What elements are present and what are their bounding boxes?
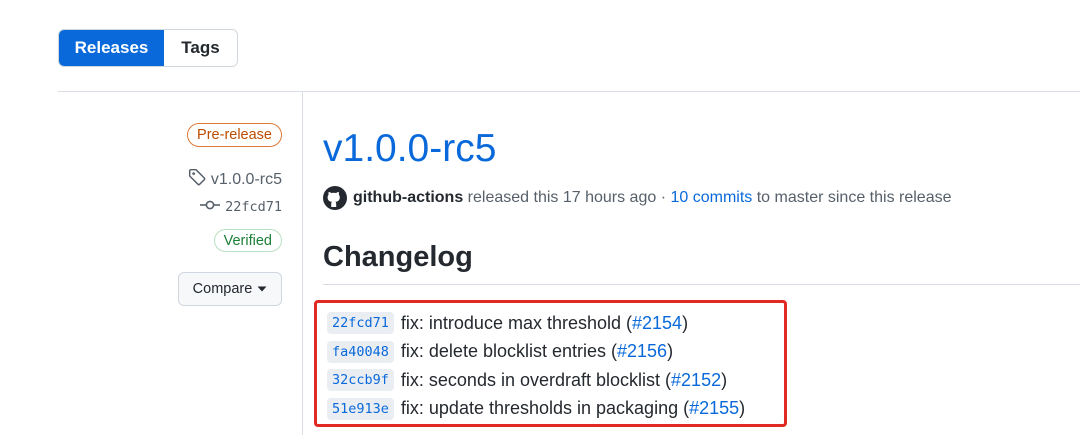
commit-sha-link[interactable]: 32ccb9f <box>327 369 394 392</box>
verified-badge[interactable]: Verified <box>213 229 282 252</box>
tab-tags[interactable]: Tags <box>164 30 237 66</box>
list-item: 22fcd71 fix: introduce max threshold (#2… <box>327 309 745 338</box>
changelog-divider <box>323 284 1080 285</box>
commit-message: fix: seconds in overdraft blocklist <box>400 369 661 390</box>
github-mark-icon[interactable] <box>323 186 347 210</box>
release-tabs: Releases Tags <box>58 29 238 67</box>
pr-link[interactable]: #2154 <box>632 313 682 334</box>
commit-sha-link[interactable]: fa40048 <box>327 340 394 363</box>
changelog-list: 22fcd71 fix: introduce max threshold (#2… <box>327 309 745 423</box>
commit-sha-link[interactable]: 51e913e <box>327 397 394 420</box>
tag-link[interactable]: v1.0.0-rc5 <box>188 168 282 191</box>
list-item: fa40048 fix: delete blocklist entries (#… <box>327 338 745 367</box>
pr-link[interactable]: #2156 <box>617 341 667 362</box>
commit-link[interactable]: 22fcd71 <box>200 199 282 215</box>
list-item: 32ccb9f fix: seconds in overdraft blockl… <box>327 366 745 395</box>
pr-link[interactable]: #2155 <box>689 398 739 419</box>
triangle-down-icon <box>257 281 267 297</box>
tag-name: v1.0.0-rc5 <box>210 170 282 188</box>
changelog-heading: Changelog <box>323 241 473 273</box>
list-item: 51e913e fix: update thresholds in packag… <box>327 395 745 424</box>
pr-link[interactable]: #2152 <box>671 370 721 391</box>
tab-releases[interactable]: Releases <box>59 30 164 66</box>
compare-button[interactable]: Compare <box>178 272 282 306</box>
sidebar-divider <box>302 91 303 435</box>
git-commit-icon <box>200 199 221 215</box>
commit-message: fix: delete blocklist entries <box>400 341 606 362</box>
prerelease-badge: Pre-release <box>187 123 282 147</box>
commit-sha: 22fcd71 <box>225 199 282 215</box>
commits-link[interactable]: 10 commits <box>670 189 752 207</box>
compare-label: Compare <box>192 281 253 297</box>
tag-icon <box>188 168 206 191</box>
commits-suffix: to master since this release <box>756 189 952 206</box>
released-text: released this 17 hours ago <box>467 189 657 206</box>
commit-message: fix: update thresholds in packaging <box>400 398 679 419</box>
release-meta: github-actions released this 17 hours ag… <box>323 186 951 210</box>
author-link[interactable]: github-actions <box>353 189 463 207</box>
commit-message: fix: introduce max threshold <box>400 312 622 333</box>
top-divider <box>58 91 1080 92</box>
commit-sha-link[interactable]: 22fcd71 <box>327 312 394 335</box>
release-title[interactable]: v1.0.0-rc5 <box>323 127 496 171</box>
